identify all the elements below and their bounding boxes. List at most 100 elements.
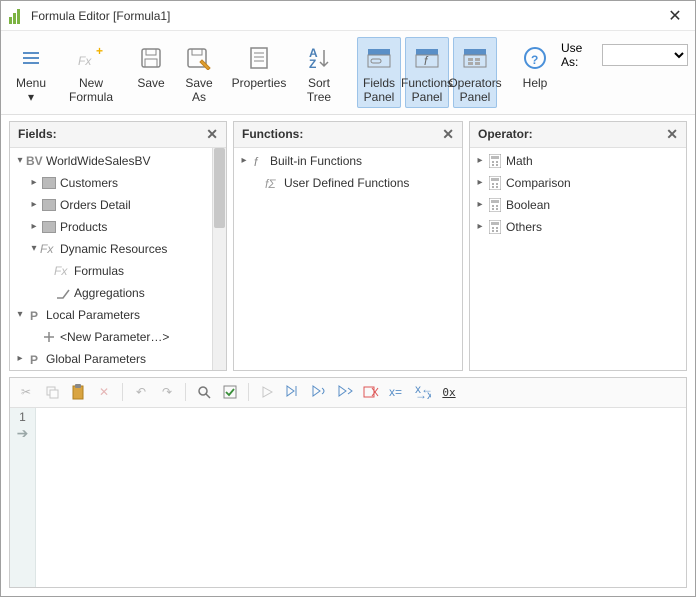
app-icon <box>9 8 25 24</box>
tree-node-user-defined-functions[interactable]: ▸ fΣ User Defined Functions <box>234 172 462 194</box>
search-icon <box>197 385 211 399</box>
formula-editor-area: ✂ ✕ ↶ ↷ x= x←→x 0x 1 ➔ <box>9 377 687 588</box>
help-button[interactable]: ? Help <box>513 37 557 108</box>
tree-node-customers[interactable]: ▸ Customers <box>10 172 212 194</box>
paste-button[interactable] <box>68 382 88 402</box>
new-formula-label: New Formula <box>69 76 113 105</box>
functions-panel-title: Functions: <box>242 127 442 141</box>
plus-icon <box>40 329 58 345</box>
parameter-icon: P <box>26 307 44 323</box>
use-as-select[interactable] <box>602 44 688 66</box>
step-out-button[interactable] <box>335 382 355 402</box>
svg-text:Z: Z <box>309 57 316 70</box>
operators-panel-icon <box>459 42 491 74</box>
save-button[interactable]: Save <box>129 37 173 108</box>
copy-button[interactable] <box>42 382 62 402</box>
calculator-icon <box>486 175 504 191</box>
run-button[interactable] <box>257 382 277 402</box>
sort-tree-label: Sort Tree <box>307 76 331 105</box>
watch-button[interactable]: x= <box>387 382 407 402</box>
tree-node-others[interactable]: ▸ Others <box>470 216 686 238</box>
calculator-icon <box>486 197 504 213</box>
svg-text:→x: →x <box>415 388 431 399</box>
save-label: Save <box>137 76 164 90</box>
variables-button[interactable]: x←→x <box>413 382 433 402</box>
tree-node-dynamic-resources[interactable]: ▾ Fx Dynamic Resources <box>10 238 212 260</box>
menu-button[interactable]: Menu ▾ <box>9 37 53 108</box>
tree-node-formulas[interactable]: ▸ Fx Formulas <box>10 260 212 282</box>
tree-node-builtin-functions[interactable]: ▸ f Built-in Functions <box>234 150 462 172</box>
clear-bp-icon <box>363 385 379 399</box>
calculator-icon <box>486 219 504 235</box>
fields-panel: Fields: ✕ ▾ BV WorldWideSalesBV ▸ Custom… <box>9 121 227 371</box>
undo-button[interactable]: ↶ <box>131 382 151 402</box>
step-over-button[interactable] <box>309 382 329 402</box>
operators-panel-header: Operator: ✕ <box>470 122 686 148</box>
tree-node-aggregations[interactable]: ▸ Aggregations <box>10 282 212 304</box>
code-editor[interactable]: 1 ➔ <box>10 408 686 587</box>
properties-button[interactable]: Properties <box>237 37 281 108</box>
fields-panel-close[interactable]: ✕ <box>206 126 218 143</box>
find-button[interactable] <box>194 382 214 402</box>
redo-button[interactable]: ↷ <box>157 382 177 402</box>
hex-icon: 0x <box>442 386 455 399</box>
step-in-button[interactable] <box>283 382 303 402</box>
operators-panel-button[interactable]: Operators Panel <box>453 37 497 108</box>
fields-panel-button[interactable]: Fields Panel <box>357 37 401 108</box>
tree-node-local-parameters[interactable]: ▾ P Local Parameters <box>10 304 212 326</box>
current-line-marker-icon: ➔ <box>17 426 29 440</box>
functions-tree: ▸ f Built-in Functions ▸ fΣ User Defined… <box>234 148 462 196</box>
aggregation-icon <box>54 285 72 301</box>
tree-node-boolean[interactable]: ▸ Boolean <box>470 194 686 216</box>
clear-breakpoints-button[interactable] <box>361 382 381 402</box>
tree-node-global-parameters[interactable]: ▸ P Global Parameters <box>10 348 212 370</box>
copy-icon <box>45 385 59 399</box>
new-formula-icon: Fx+ <box>75 42 107 74</box>
fields-scrollbar[interactable] <box>212 148 226 370</box>
table-icon <box>40 197 58 213</box>
properties-icon <box>243 42 275 74</box>
tree-node-comparison[interactable]: ▸ Comparison <box>470 172 686 194</box>
save-as-button[interactable]: Save As <box>177 37 221 108</box>
fields-panel-title: Fields: <box>18 127 206 141</box>
paste-icon <box>71 384 85 400</box>
ribbon: Menu ▾ Fx+ New Formula Save Save As <box>1 31 695 115</box>
menu-label: Menu <box>16 76 46 90</box>
svg-text:BV: BV <box>26 155 43 167</box>
play-icon <box>261 386 273 398</box>
tree-node-orders-detail[interactable]: ▸ Orders Detail <box>10 194 212 216</box>
new-formula-button[interactable]: Fx+ New Formula <box>69 37 113 108</box>
tree-node-root[interactable]: ▾ BV WorldWideSalesBV <box>10 150 212 172</box>
tree-node-new-parameter[interactable]: ▸ <New Parameter…> <box>10 326 212 348</box>
functions-panel-close[interactable]: ✕ <box>442 126 454 143</box>
step-over-icon <box>311 385 327 399</box>
table-icon <box>40 175 58 191</box>
line-number: 1 <box>19 410 26 424</box>
delete-button[interactable]: ✕ <box>94 382 114 402</box>
tree-node-math[interactable]: ▸ Math <box>470 150 686 172</box>
close-button[interactable]: ✕ <box>663 6 687 26</box>
sort-tree-button[interactable]: AZ Sort Tree <box>297 37 341 108</box>
operators-panel-label: Operators Panel <box>448 76 501 105</box>
watch-icon: x= <box>389 385 405 399</box>
operators-panel-close[interactable]: ✕ <box>666 126 678 143</box>
functions-panel-header: Functions: ✕ <box>234 122 462 148</box>
check-button[interactable] <box>220 382 240 402</box>
svg-text:f: f <box>254 155 259 168</box>
cut-button[interactable]: ✂ <box>16 382 36 402</box>
line-gutter: 1 ➔ <box>10 408 36 587</box>
properties-label: Properties <box>232 76 287 90</box>
save-as-label: Save As <box>184 76 214 105</box>
svg-text:P: P <box>30 309 38 322</box>
calculator-icon <box>486 153 504 169</box>
svg-text:P: P <box>30 353 38 366</box>
code-text[interactable] <box>36 408 686 587</box>
hex-button[interactable]: 0x <box>439 382 459 402</box>
window-title: Formula Editor [Formula1] <box>31 9 663 23</box>
svg-text:?: ? <box>531 53 538 67</box>
tree-node-products[interactable]: ▸ Products <box>10 216 212 238</box>
step-out-icon <box>337 385 353 399</box>
scissors-icon: ✂ <box>21 385 31 399</box>
svg-text:x=: x= <box>389 385 402 399</box>
functions-panel-button[interactable]: f Functions Panel <box>405 37 449 108</box>
